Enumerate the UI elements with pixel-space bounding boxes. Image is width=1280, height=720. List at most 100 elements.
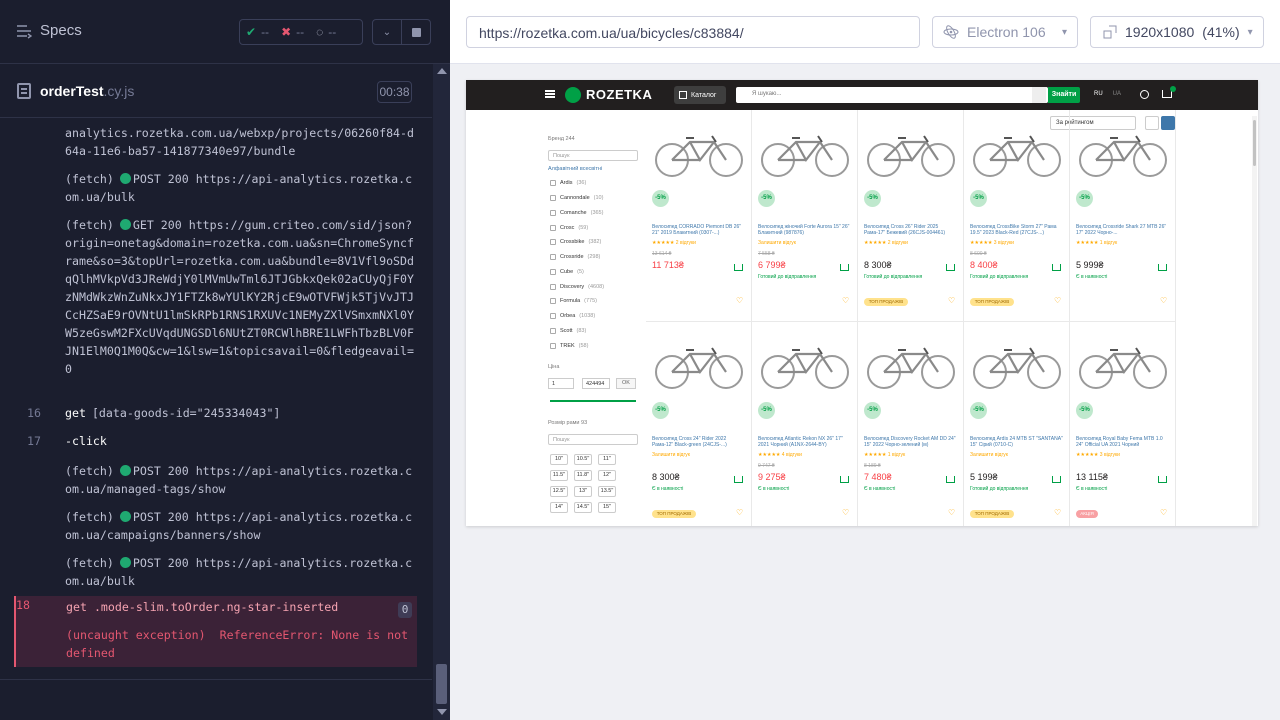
brand-checkbox[interactable]: Ardis (36) (550, 180, 586, 186)
collapse-button[interactable]: ⌄ (372, 19, 402, 45)
size-option[interactable]: 11.8" (574, 470, 592, 481)
product-rating[interactable]: ★★★★★ 1 відгук (864, 452, 905, 458)
stop-button[interactable] (401, 19, 431, 45)
add-to-cart-icon[interactable] (734, 264, 743, 271)
product-card[interactable]: -5% Велосипед Cross 24" Rider 2022 Рама-1… (646, 322, 752, 526)
brand-search-input[interactable]: Пошук (548, 150, 638, 161)
spec-file-name[interactable]: orderTest.cy.js (40, 83, 134, 99)
product-image[interactable] (1076, 340, 1170, 392)
url-field[interactable]: https://rozetka.com.ua/ua/bicycles/c8388… (466, 16, 920, 48)
product-rating[interactable]: ★★★★★ 2 відгуки (652, 240, 696, 246)
add-to-cart-icon[interactable] (1052, 264, 1061, 271)
menu-icon[interactable] (545, 90, 555, 98)
heart-icon[interactable]: ♡ (1160, 296, 1167, 305)
browser-selector[interactable]: Electron 106 ▾ (932, 16, 1078, 48)
product-image[interactable] (652, 340, 746, 392)
product-card[interactable]: -5% Велосипед Atlantic Rekon NX 26" 17" 2… (752, 322, 858, 526)
frame-search-input[interactable]: Пошук (548, 434, 638, 445)
scroll-down-icon[interactable] (437, 709, 447, 715)
size-option[interactable]: 12" (598, 470, 616, 481)
product-rating[interactable]: Залишити відгук (652, 452, 690, 458)
mic-icon[interactable] (1032, 87, 1046, 103)
site-search-input[interactable]: Я шукаю... (736, 87, 1048, 103)
brand-filter-title[interactable]: Бренд 244 (548, 136, 575, 142)
product-card[interactable]: -5% Велосипед жіночий Forte Aurora 15" 26… (752, 110, 858, 322)
size-option[interactable]: 14.5" (574, 502, 592, 513)
product-rating[interactable]: ★★★★★ 2 відгуки (864, 240, 908, 246)
brand-checkbox[interactable]: Discovery (4608) (550, 284, 604, 290)
brand-checkbox[interactable]: Crossbike (382) (550, 239, 601, 245)
heart-icon[interactable]: ♡ (1054, 508, 1061, 517)
add-to-cart-icon[interactable] (734, 476, 743, 483)
brand-checkbox[interactable]: Formula (775) (550, 298, 597, 304)
product-image[interactable] (758, 340, 852, 392)
product-image[interactable] (864, 340, 958, 392)
product-card[interactable]: -5% Велосипед CORRADO Piemont DB 26" 21" … (646, 110, 752, 322)
product-card[interactable]: -5% Велосипед Royal Baby Fema MTB 1.0 24"… (1070, 322, 1176, 526)
iframe-scrollbar[interactable] (1252, 116, 1257, 526)
size-option[interactable]: 14" (550, 502, 568, 513)
heart-icon[interactable]: ♡ (1054, 296, 1061, 305)
product-card[interactable]: -5% Велосипед Discovery Rocket AM DD 24" … (858, 322, 964, 526)
product-title[interactable]: Велосипед Crossride Shark 27 MTB 26" 17"… (1076, 224, 1170, 236)
add-to-cart-icon[interactable] (840, 476, 849, 483)
brand-checkbox[interactable]: Comanche (365) (550, 210, 603, 216)
scroll-up-icon[interactable] (437, 68, 447, 74)
product-title[interactable]: Велосипед Cross 26" Rider 2025 Рама-17" … (864, 224, 958, 236)
price-filter-title[interactable]: Ціна (548, 364, 559, 370)
heart-icon[interactable]: ♡ (842, 508, 849, 517)
product-image[interactable] (864, 128, 958, 180)
heart-icon[interactable]: ♡ (948, 296, 955, 305)
product-card[interactable]: -5% Велосипед CrossBike Storm 27" Рама 19… (964, 110, 1070, 322)
product-rating[interactable]: ★★★★★ 4 відгуки (758, 452, 802, 458)
language-switch[interactable]: RU UA (1094, 91, 1121, 97)
heart-icon[interactable]: ♡ (1160, 508, 1167, 517)
product-card[interactable]: -5% Велосипед Ardis 24 MTB ST "SANTANA" 1… (964, 322, 1070, 526)
rozetka-logo[interactable]: ROZETKA (586, 87, 652, 102)
product-card[interactable]: -5% Велосипед Cross 26" Rider 2025 Рама-1… (858, 110, 964, 322)
product-title[interactable]: Велосипед Atlantic Rekon NX 26" 17" 2021… (758, 436, 852, 448)
alpha-sort-label[interactable]: Алфавітний всесвітні (548, 166, 602, 172)
specs-button[interactable]: Specs (16, 22, 82, 39)
add-to-cart-icon[interactable] (840, 264, 849, 271)
product-rating[interactable]: ★★★★★ 3 відгуки (1076, 452, 1120, 458)
price-ok-button[interactable]: OK (616, 378, 636, 389)
heart-icon[interactable]: ♡ (736, 296, 743, 305)
brand-checkbox[interactable]: Crossride (298) (550, 254, 600, 260)
price-max-input[interactable]: 424494 (582, 378, 610, 389)
catalog-button[interactable]: Каталог (674, 86, 726, 104)
heart-icon[interactable]: ♡ (948, 508, 955, 517)
lang-ua[interactable]: UA (1113, 91, 1121, 97)
price-slider[interactable] (550, 400, 636, 402)
viewport-info[interactable]: 1920x1080 (41%) ▾ (1090, 16, 1264, 48)
brand-checkbox[interactable]: Orbea (1038) (550, 313, 595, 319)
size-option[interactable]: 13" (574, 486, 592, 497)
heart-icon[interactable]: ♡ (736, 508, 743, 517)
product-title[interactable]: Велосипед CrossBike Storm 27" Рама 19.5"… (970, 224, 1064, 236)
size-option[interactable]: 13.5" (598, 486, 616, 497)
rozetka-logo-icon[interactable] (565, 87, 581, 103)
size-option[interactable]: 11.5" (550, 470, 568, 481)
size-option[interactable]: 11" (598, 454, 616, 465)
product-title[interactable]: Велосипед жіночий Forte Aurora 15" 26" Б… (758, 224, 852, 236)
add-to-cart-icon[interactable] (1052, 476, 1061, 483)
add-to-cart-icon[interactable] (1158, 476, 1167, 483)
product-image[interactable] (1076, 128, 1170, 180)
product-title[interactable]: Велосипед Royal Baby Fema MTB 1.0 24" Of… (1076, 436, 1170, 448)
product-image[interactable] (758, 128, 852, 180)
add-to-cart-icon[interactable] (1158, 264, 1167, 271)
product-title[interactable]: Велосипед CORRADO Piemont DB 26" 21" 201… (652, 224, 746, 236)
product-title[interactable]: Велосипед Discovery Rocket AM DD 24" 15"… (864, 436, 958, 448)
product-image[interactable] (652, 128, 746, 180)
add-to-cart-icon[interactable] (946, 476, 955, 483)
product-card[interactable]: -5% Велосипед Crossride Shark 27 MTB 26" … (1070, 110, 1176, 322)
add-to-cart-icon[interactable] (946, 264, 955, 271)
size-option[interactable]: 10" (550, 454, 568, 465)
heart-icon[interactable]: ♡ (842, 296, 849, 305)
product-rating[interactable]: Залишити відгук (758, 240, 796, 246)
product-rating[interactable]: Залишити відгук (970, 452, 1008, 458)
lang-ru[interactable]: RU (1094, 91, 1103, 97)
app-iframe[interactable]: ROZETKA Каталог Я шукаю... Знайти RU UA З… (466, 80, 1258, 526)
size-option[interactable]: 15" (598, 502, 616, 513)
size-option[interactable]: 12.5" (550, 486, 568, 497)
